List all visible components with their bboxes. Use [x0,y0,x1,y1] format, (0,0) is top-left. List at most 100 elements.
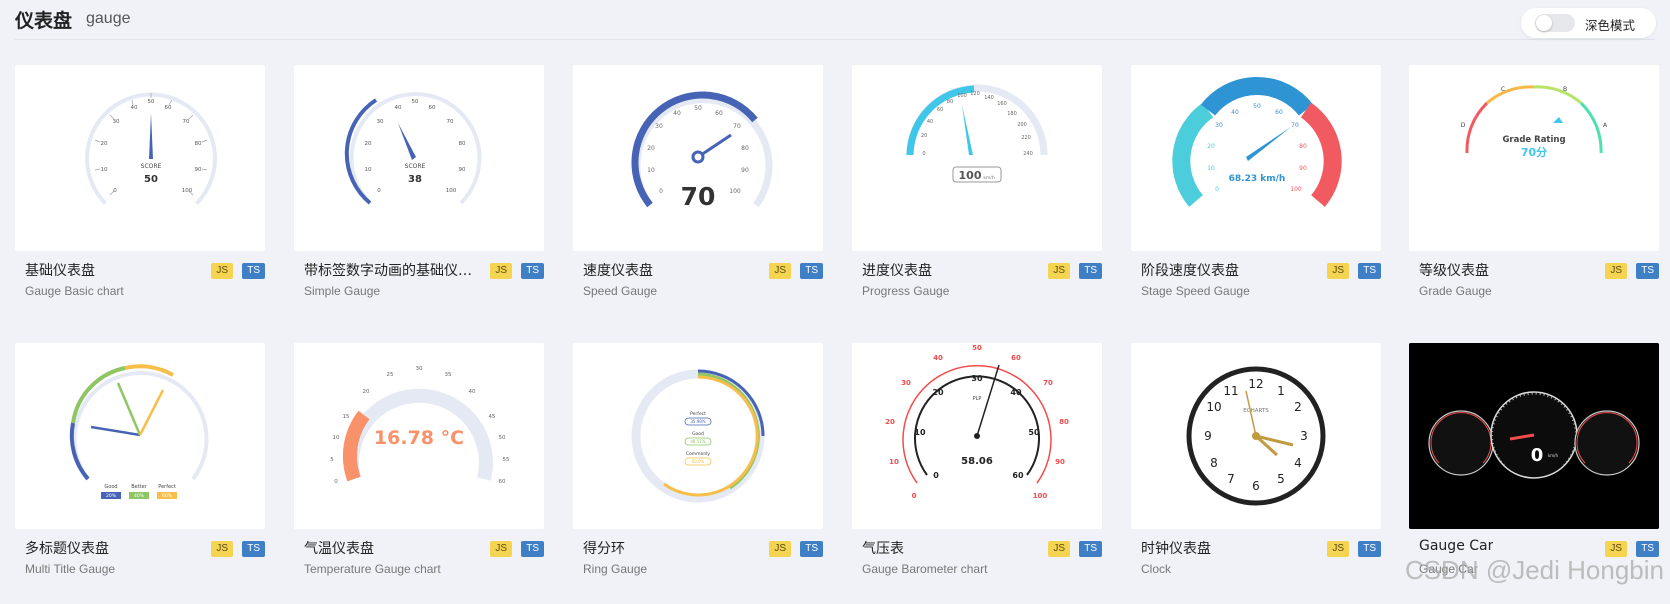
chart-preview[interactable]: 0 5 10 15 20 25 30 35 40 45 50 55 60 16.78 °C [294,343,544,529]
gauge-svg: 0 10 20 30 40 50 60 70 80 90 100 0 10 20 30 40 5… [885,344,1069,500]
svg-text:50: 50 [694,105,702,112]
svg-text:0: 0 [922,151,925,157]
card-title[interactable]: 阶段速度仪表盘 [1141,260,1239,280]
header-divider [15,39,1655,40]
js-badge[interactable]: JS [1327,541,1349,557]
svg-text:80: 80 [195,141,202,147]
js-badge[interactable]: JS [211,263,233,279]
gauge-label: Grade Rating [1502,135,1565,145]
svg-text:70: 70 [183,119,190,125]
ts-badge[interactable]: TS [1079,541,1102,557]
ts-badge[interactable]: TS [1636,263,1659,279]
svg-text:100: 100 [446,188,457,194]
js-badge[interactable]: JS [490,263,512,279]
ts-badge[interactable]: TS [800,263,823,279]
svg-text:60%: 60% [162,493,173,499]
card-title[interactable]: 等级仪表盘 [1419,260,1489,280]
svg-text:40: 40 [933,354,943,362]
js-badge[interactable]: JS [1605,263,1627,279]
svg-text:C: C [1501,86,1505,93]
svg-text:10: 10 [914,428,926,437]
gauge-series-values: 20% 40% 60% [106,493,173,499]
chart-preview[interactable]: 0 20 40 60 80 100 120 140 160 180 200 220 240 … [852,65,1102,251]
svg-text:10: 10 [1207,165,1215,172]
card-title[interactable]: 基础仪表盘 [25,260,95,280]
svg-text:40: 40 [673,110,681,117]
ts-badge[interactable]: TS [1358,263,1381,279]
grade-arc-d [1465,101,1489,154]
chart-preview[interactable]: 0 10 20 30 40 50 60 70 80 90 100 SCORE 38 [294,65,544,251]
svg-text:60: 60 [1275,109,1283,116]
dark-mode-switch[interactable] [1535,14,1575,32]
gauge-series-labels: Good Better Perfect [104,484,175,490]
ring-good [697,372,760,490]
card-title[interactable]: 带标签数字动画的基础仪表盘 [304,260,474,280]
js-badge[interactable]: JS [769,263,791,279]
svg-text:Good: Good [104,484,117,490]
svg-text:15: 15 [343,414,350,420]
chart-preview[interactable]: D C B A Grade Rating 70分 [1409,65,1659,251]
ts-badge[interactable]: TS [242,263,265,279]
svg-text:160: 160 [997,101,1007,107]
gauge-svg: 0 10 20 30 40 50 60 70 80 90 100 SCORE 50 [85,92,217,205]
chart-preview[interactable]: 0 10 20 30 40 50 60 70 80 90 100 0 10 20 30 40 5… [852,343,1102,529]
svg-text:40: 40 [395,105,402,111]
svg-text:60: 60 [715,110,723,117]
ts-badge[interactable]: TS [800,541,823,557]
card-subtitle: Speed Gauge [583,284,658,298]
chart-preview[interactable]: 12 1 2 3 45 6 7 8 9 10 11 ECHARTS [1131,343,1381,529]
chart-preview[interactable]: Good Better Perfect 20% 40% 60% [15,343,265,529]
chart-preview[interactable]: 0 10 20 30 40 50 60 70 80 90 100 70 [573,65,823,251]
svg-text:60: 60 [1012,471,1024,480]
card-title[interactable]: 多标题仪表盘 [25,538,109,558]
svg-text:70: 70 [733,123,741,130]
card-subtitle: Temperature Gauge chart [304,562,441,576]
card-title[interactable]: 气温仪表盘 [304,538,374,558]
ts-badge[interactable]: TS [521,263,544,279]
chart-preview[interactable]: 0 10 20 30 40 50 60 70 80 90 100 SCORE 50 [15,65,265,251]
svg-text:90: 90 [459,167,466,173]
card-title[interactable]: Gauge Car [1419,538,1493,554]
card-title[interactable]: 得分环 [583,538,625,558]
js-badge[interactable]: JS [769,541,791,557]
svg-text:20%: 20% [106,493,117,499]
svg-text:70: 70 [1043,379,1053,387]
gauge-stage-1 [1172,102,1214,207]
gauge-svg: 0 km/h [1409,343,1659,529]
js-badge[interactable]: JS [211,541,233,557]
gauge-value: 50 [144,174,158,185]
js-badge[interactable]: JS [490,541,512,557]
card-title[interactable]: 时钟仪表盘 [1141,538,1211,558]
card-title[interactable]: 气压表 [862,538,904,558]
dark-mode-toggle[interactable]: 深色模式 [1521,8,1656,38]
page-subtitle: gauge [86,10,131,27]
js-badge[interactable]: JS [1048,541,1070,557]
svg-text:10: 10 [101,167,108,173]
chart-preview[interactable]: 0 10 20 30 40 50 60 70 80 90 100 68.23 km/h [1131,65,1381,251]
svg-text:Perfect: Perfect [690,411,706,417]
chart-preview[interactable]: Perfect Good Commonly 35.99% 48.51% 60.0… [573,343,823,529]
js-badge[interactable]: JS [1327,263,1349,279]
page-title: 仪表盘 [15,10,73,32]
svg-text:80: 80 [741,145,749,152]
svg-text:0: 0 [933,471,939,480]
chart-preview[interactable]: 0 km/h [1409,343,1659,529]
svg-text:60: 60 [165,105,172,111]
svg-text:12: 12 [1248,377,1263,391]
svg-text:60.0%: 60.0% [692,459,705,464]
ts-badge[interactable]: TS [1358,541,1381,557]
card-title[interactable]: 速度仪表盘 [583,260,653,280]
svg-text:30: 30 [1215,122,1223,129]
svg-text:B: B [1563,86,1567,93]
ts-badge[interactable]: TS [242,541,265,557]
ts-badge[interactable]: TS [1079,263,1102,279]
card-subtitle: Progress Gauge [862,284,950,298]
ts-badge[interactable]: TS [521,541,544,557]
needle-better [116,382,142,436]
svg-text:10: 10 [365,167,372,173]
card-subtitle: Gauge Barometer chart [862,562,988,576]
card-title[interactable]: 进度仪表盘 [862,260,932,280]
svg-text:20: 20 [647,145,655,152]
gauge-value: 58.06 [961,456,993,467]
js-badge[interactable]: JS [1048,263,1070,279]
